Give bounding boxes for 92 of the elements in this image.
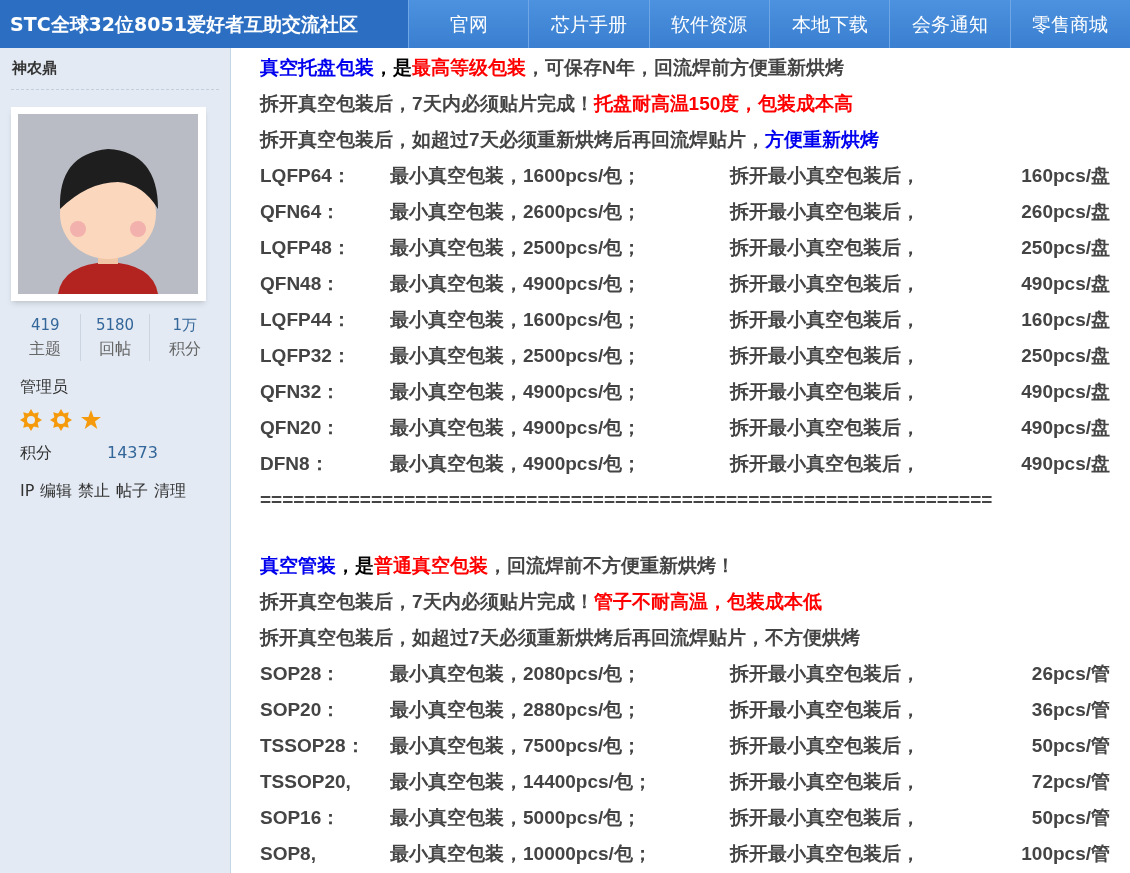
package-name: TSSOP28： [260,734,366,758]
package-name: TSSOP20, [260,770,352,794]
unpacked-label: 拆开最小真空包装后， [730,452,920,476]
author-name[interactable]: 神农鼎 [11,57,57,80]
post-text: 真空托盘包装，是最高等级包装，可保存N年，回流焊前方便重新烘烤 [260,56,845,80]
unpacked-label: 拆开最小真空包装后， [730,416,920,440]
unpacked-quantity: 250pcs/盘 [1021,236,1110,260]
points-value: 14373 [107,441,158,464]
package-size: 最小真空包装，7500pcs/包； [390,734,643,758]
package-name: DFN8： [260,452,330,476]
package-size: 最小真空包装，4900pcs/包； [390,272,643,296]
package-name: SOP28： [260,662,342,686]
package-name: QFN64： [260,200,342,224]
post-text: 拆开真空包装后，7天内必须贴片完成！托盘耐高温150度，包装成本高 [260,92,855,116]
unpacked-quantity: 26pcs/管 [1031,662,1110,686]
unpacked-label: 拆开最小真空包装后， [730,236,920,260]
unpacked-quantity: 160pcs/盘 [1021,308,1110,332]
unpacked-label: 拆开最小真空包装后， [730,200,920,224]
package-name: SOP20： [260,698,342,722]
package-name: LQFP44： [260,308,352,332]
unpacked-quantity: 50pcs/管 [1031,806,1110,830]
package-size: 最小真空包装，1600pcs/包； [390,164,643,188]
unpacked-quantity: 490pcs/盘 [1021,380,1110,404]
post-text: 真空管装，是普通真空包装，回流焊前不方便重新烘烤！ [260,554,736,578]
unpacked-quantity: 260pcs/盘 [1021,200,1110,224]
admin-link[interactable]: 编辑 [40,478,73,503]
post-text: 拆开真空包装后，7天内必须贴片完成！管子不耐高温，包装成本低 [260,590,823,614]
nav-link[interactable]: 会务通知 [889,0,1010,48]
unpacked-quantity: 100pcs/管 [1021,842,1110,866]
stat-label: 积分 [168,337,201,360]
unpacked-label: 拆开最小真空包装后， [730,842,920,866]
package-size: 最小真空包装，4900pcs/包； [390,416,643,440]
package-name: SOP8, [260,842,317,866]
unpacked-quantity: 72pcs/管 [1031,770,1110,794]
admin-link[interactable]: 帖子 [116,478,149,503]
package-size: 最小真空包装，2500pcs/包； [390,344,643,368]
package-size: 最小真空包装，4900pcs/包； [390,380,643,404]
unpacked-quantity: 36pcs/管 [1031,698,1110,722]
unpacked-label: 拆开最小真空包装后， [730,698,920,722]
separator-text: ================================================================== [260,488,993,512]
unpacked-quantity: 160pcs/盘 [1021,164,1110,188]
nav-link[interactable]: 零售商城 [1009,0,1130,48]
package-size: 最小真空包装，2080pcs/包； [390,662,643,686]
unpacked-quantity: 250pcs/盘 [1021,344,1110,368]
admin-link[interactable]: 清理 [154,478,187,503]
nav-link[interactable]: 官网 [408,0,529,48]
unpacked-label: 拆开最小真空包装后， [730,272,920,296]
package-name: QFN32： [260,380,342,404]
package-name: QFN20： [260,416,342,440]
unpacked-quantity: 50pcs/管 [1031,734,1110,758]
package-size: 最小真空包装，2600pcs/包； [390,200,643,224]
unpacked-label: 拆开最小真空包装后， [730,734,920,758]
package-name: SOP16： [260,806,342,830]
package-size: 最小真空包装，4900pcs/包； [390,452,643,476]
package-name: LQFP48： [260,236,352,260]
package-size: 最小真空包装，2880pcs/包； [390,698,643,722]
post-text: 拆开真空包装后，如超过7天必须重新烘烤后再回流焊贴片，不方便烘烤 [260,626,861,650]
nav-link[interactable]: 本地下载 [769,0,890,48]
unpacked-label: 拆开最小真空包装后， [730,380,920,404]
package-size: 最小真空包装，2500pcs/包； [390,236,643,260]
package-size: 最小真空包装，14400pcs/包； [390,770,653,794]
package-size: 最小真空包装，10000pcs/包； [390,842,653,866]
admin-link[interactable]: 禁止 [78,478,111,503]
package-name: LQFP32： [260,344,352,368]
points-label: 积分 [20,441,53,464]
package-size: 最小真空包装，1600pcs/包； [390,308,643,332]
unpacked-label: 拆开最小真空包装后， [730,344,920,368]
post-text: 拆开真空包装后，如超过7天必须重新烘烤后再回流焊贴片，方便重新烘烤 [260,128,880,152]
stat-value[interactable]: 419 [31,314,60,337]
unpacked-label: 拆开最小真空包装后， [730,770,920,794]
package-name: QFN48： [260,272,342,296]
user-group[interactable]: 管理员 [11,374,219,399]
package-size: 最小真空包装，5000pcs/包； [390,806,643,830]
unpacked-label: 拆开最小真空包装后， [730,662,920,686]
stat-value[interactable]: 5180 [95,314,135,337]
nav-link[interactable]: 软件资源 [648,0,769,48]
sun-icon [20,408,42,431]
stat-value[interactable]: 1万 [172,314,197,337]
unpacked-label: 拆开最小真空包装后， [730,308,920,332]
unpacked-label: 拆开最小真空包装后， [730,806,920,830]
unpacked-quantity: 490pcs/盘 [1021,416,1110,440]
unpacked-quantity: 490pcs/盘 [1021,452,1110,476]
sun-icon [50,408,72,431]
stat-label: 主题 [29,337,62,360]
admin-link[interactable]: IP [20,478,35,503]
star-icon [80,408,102,431]
site-title[interactable]: STC全球32位8051爱好者互助交流社区 [0,0,408,48]
unpacked-quantity: 490pcs/盘 [1021,272,1110,296]
package-name: LQFP64： [260,164,352,188]
unpacked-label: 拆开最小真空包装后， [730,164,920,188]
nav-link[interactable]: 芯片手册 [528,0,649,48]
stat-label: 回帖 [99,337,131,360]
